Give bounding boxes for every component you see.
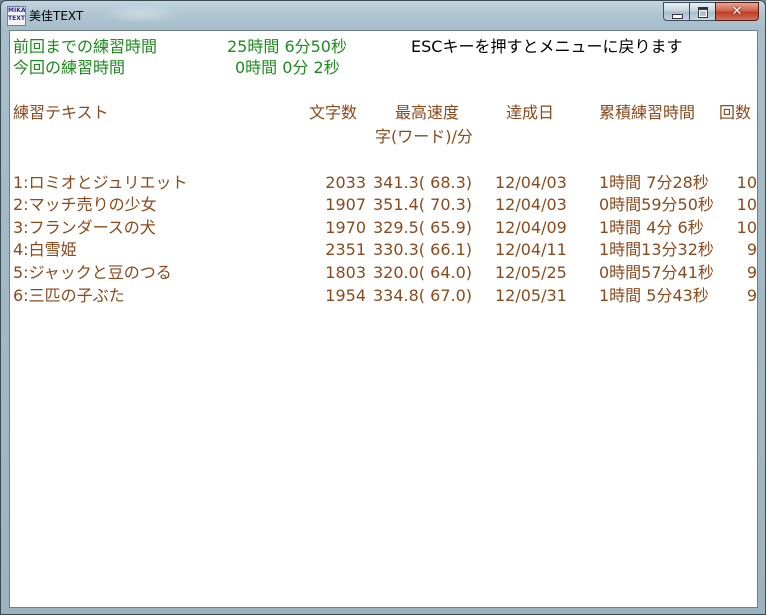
row-count: 10 bbox=[736, 195, 757, 214]
row-speed: 320.0( 64.0) bbox=[373, 263, 472, 282]
header-total: 累積練習時間 bbox=[599, 103, 696, 122]
row-name: 6:三匹の子ぶた bbox=[13, 286, 125, 305]
current-practice-value: 0時間 0分 2秒 bbox=[235, 58, 340, 77]
row-name: 1:ロミオとジュリエット bbox=[13, 173, 188, 192]
row-speed: 334.8( 67.0) bbox=[373, 286, 472, 305]
app-window: MIKA TEXT 美佳TEXT ✕ 前回までの練習時間 25時間 6分50秒 … bbox=[0, 0, 766, 615]
header-count: 回数 bbox=[719, 103, 752, 122]
row-total: 1時間13分32秒 bbox=[599, 240, 714, 259]
row-speed: 351.4( 70.3) bbox=[373, 195, 472, 214]
row-name: 5:ジャックと豆のつる bbox=[13, 263, 172, 282]
row-date: 12/05/25 bbox=[495, 263, 567, 282]
app-icon[interactable]: MIKA TEXT bbox=[7, 6, 26, 26]
close-button[interactable]: ✕ bbox=[715, 2, 759, 21]
app-icon-line-2: TEXT bbox=[8, 15, 25, 22]
row-speed: 330.3( 66.1) bbox=[373, 240, 472, 259]
row-total: 0時間57分41秒 bbox=[599, 263, 714, 282]
esc-hint: ESCキーを押すとメニューに戻ります bbox=[411, 37, 683, 56]
row-total: 1時間 7分28秒 bbox=[599, 173, 709, 192]
row-total: 1時間 5分43秒 bbox=[599, 286, 709, 305]
client-area[interactable]: 前回までの練習時間 25時間 6分50秒 ESCキーを押すとメニューに戻ります … bbox=[9, 30, 758, 608]
row-chars: 1803 bbox=[325, 263, 366, 282]
row-count: 10 bbox=[736, 173, 757, 192]
row-chars: 1907 bbox=[325, 195, 366, 214]
caption-buttons: ✕ bbox=[663, 2, 759, 21]
row-chars: 2351 bbox=[325, 240, 366, 259]
row-total: 1時間 4分 6秒 bbox=[599, 218, 704, 237]
row-speed: 341.3( 68.3) bbox=[373, 173, 472, 192]
prev-practice-value: 25時間 6分50秒 bbox=[227, 37, 347, 56]
row-count: 9 bbox=[746, 286, 757, 305]
row-total: 0時間59分50秒 bbox=[599, 195, 714, 214]
header-chars: 文字数 bbox=[309, 103, 358, 122]
minimize-button[interactable] bbox=[663, 2, 689, 21]
row-speed: 329.5( 65.9) bbox=[373, 218, 472, 237]
minimize-icon bbox=[672, 14, 683, 19]
title-bar-glass bbox=[101, 4, 181, 24]
header-speed: 最高速度 bbox=[395, 103, 460, 122]
row-name: 3:フランダースの犬 bbox=[13, 218, 156, 237]
row-count: 9 bbox=[746, 240, 757, 259]
row-date: 12/04/03 bbox=[495, 173, 567, 192]
header-speed-unit: 字(ワード)/分 bbox=[375, 127, 473, 146]
row-count: 9 bbox=[746, 263, 757, 282]
close-icon: ✕ bbox=[731, 4, 743, 19]
row-date: 12/05/31 bbox=[495, 286, 567, 305]
row-chars: 2033 bbox=[325, 173, 366, 192]
header-text: 練習テキスト bbox=[13, 103, 109, 122]
header-date: 達成日 bbox=[506, 103, 555, 122]
prev-practice-label: 前回までの練習時間 bbox=[13, 37, 158, 56]
window-title: 美佳TEXT bbox=[29, 9, 84, 23]
current-practice-label: 今回の練習時間 bbox=[13, 58, 126, 77]
row-count: 10 bbox=[736, 218, 757, 237]
row-name: 2:マッチ売りの少女 bbox=[13, 195, 157, 214]
maximize-icon bbox=[698, 7, 708, 18]
title-bar[interactable]: MIKA TEXT 美佳TEXT ✕ bbox=[1, 1, 765, 29]
row-chars: 1970 bbox=[325, 218, 366, 237]
row-date: 12/04/09 bbox=[495, 218, 567, 237]
app-icon-line-1: MIKA bbox=[8, 7, 26, 14]
row-chars: 1954 bbox=[325, 286, 366, 305]
row-date: 12/04/11 bbox=[495, 240, 567, 259]
maximize-button[interactable] bbox=[689, 2, 715, 21]
row-date: 12/04/03 bbox=[495, 195, 567, 214]
row-name: 4:白雪姫 bbox=[13, 240, 77, 259]
